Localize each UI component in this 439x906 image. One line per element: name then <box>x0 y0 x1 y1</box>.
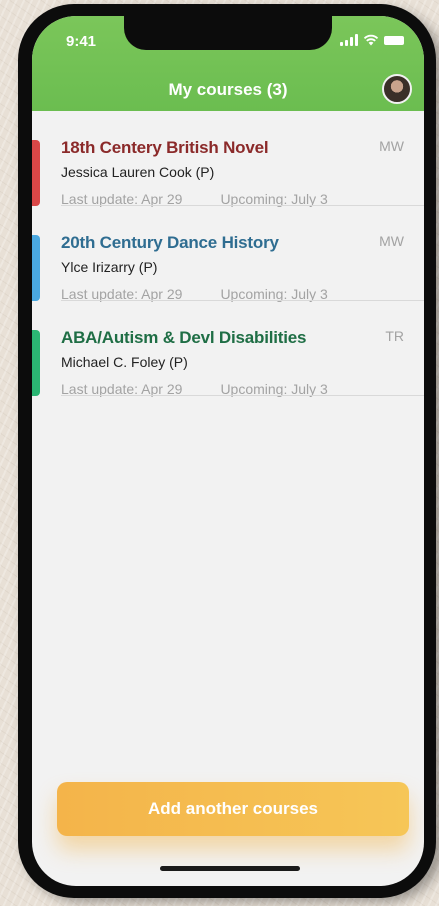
device-notch <box>124 16 332 50</box>
page-title: My courses (3) <box>168 80 288 99</box>
course-name: 20th Century Dance History <box>61 233 279 252</box>
divider <box>61 395 424 396</box>
add-course-button[interactable]: Add another courses <box>57 782 409 836</box>
list-item[interactable]: 20th Century Dance History MW Ylce Iriza… <box>32 206 424 302</box>
status-time: 9:41 <box>66 33 97 50</box>
app-screen: 9:41 My courses (3) 18th Centery British… <box>32 16 424 886</box>
course-color-bar <box>32 330 40 396</box>
course-name: ABA/Autism & Devl Disabilities <box>61 328 307 347</box>
course-name: 18th Centery British Novel <box>61 138 269 157</box>
course-professor: Jessica Lauren Cook (P) <box>61 164 215 180</box>
course-days: MW <box>379 233 404 249</box>
course-professor: Ylce Irizarry (P) <box>61 259 158 275</box>
app-header: 9:41 My courses (3) <box>32 16 424 111</box>
wifi-icon <box>363 34 379 46</box>
course-professor: Michael C. Foley (P) <box>61 354 188 370</box>
course-list: 18th Centery British Novel MW Jessica La… <box>32 111 424 397</box>
signal-icon <box>340 34 358 46</box>
list-item[interactable]: 18th Centery British Novel MW Jessica La… <box>32 111 424 207</box>
list-item[interactable]: ABA/Autism & Devl Disabilities TR Michae… <box>32 301 424 397</box>
course-days: TR <box>385 328 404 344</box>
phone-frame: 9:41 My courses (3) 18th Centery British… <box>18 4 436 898</box>
course-color-bar <box>32 140 40 206</box>
avatar[interactable] <box>382 74 412 104</box>
battery-icon <box>384 35 404 45</box>
course-days: MW <box>379 138 404 154</box>
status-icons <box>340 34 404 46</box>
home-indicator[interactable] <box>160 866 300 871</box>
course-color-bar <box>32 235 40 301</box>
